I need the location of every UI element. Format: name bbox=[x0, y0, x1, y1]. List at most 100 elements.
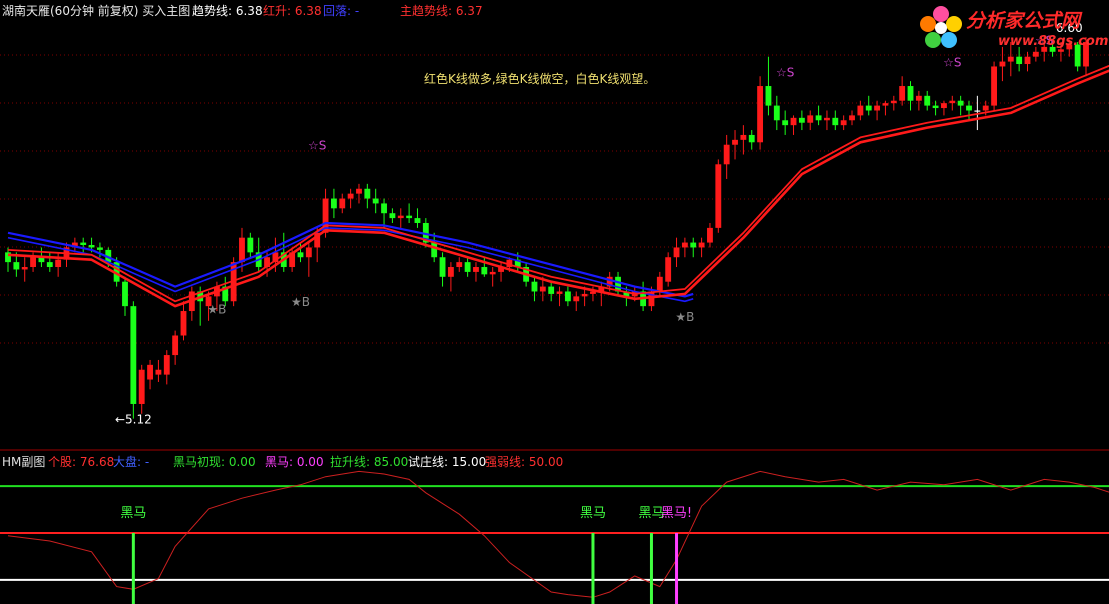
candle-body bbox=[732, 139, 738, 145]
candle-body bbox=[707, 227, 713, 243]
candle-body bbox=[138, 369, 145, 404]
candle-body bbox=[740, 134, 747, 140]
chart-title: 湖南天雁(60分钟 前复权) 买入主图 bbox=[2, 4, 191, 18]
candle-body bbox=[55, 259, 62, 268]
candle-body bbox=[447, 267, 454, 277]
candle-body bbox=[96, 247, 103, 250]
candle-body bbox=[46, 262, 53, 268]
candle-body bbox=[556, 291, 563, 294]
logo-text: 分析家公式网 bbox=[966, 10, 1081, 32]
candle-body bbox=[907, 86, 914, 101]
candle-body bbox=[957, 100, 964, 106]
candle-body bbox=[773, 105, 780, 121]
candle-body bbox=[882, 103, 889, 106]
fall-value: 回落: - bbox=[323, 4, 360, 18]
signal-label: ★B bbox=[291, 295, 310, 309]
candle-body bbox=[13, 262, 20, 270]
candle-body bbox=[790, 117, 797, 126]
candle-body bbox=[999, 61, 1006, 67]
candle-body bbox=[991, 66, 998, 106]
stock-chart-window: { "header": { "title": "湖南天雁(60分钟 前复权) 买… bbox=[0, 0, 1109, 604]
candle-body bbox=[723, 144, 730, 165]
candle-body bbox=[849, 115, 855, 121]
candle-body bbox=[305, 247, 312, 258]
candle-body bbox=[431, 242, 438, 258]
first-appear-value: 黑马初现: 0.00 bbox=[173, 455, 256, 469]
candle-body bbox=[665, 257, 672, 282]
candle-body bbox=[698, 242, 705, 248]
strength-value: 强弱线: 50.00 bbox=[485, 455, 564, 469]
candle-body bbox=[239, 237, 245, 263]
logo-url: www.88gs.com bbox=[998, 34, 1109, 49]
candle-body bbox=[815, 115, 822, 121]
candle-body bbox=[381, 203, 387, 214]
chart-canvas: ☆S☆S☆S☆S★B★B★B←5.126.60黑马 黑马 黑马黑马! bbox=[0, 21, 1109, 604]
candle-body bbox=[397, 215, 404, 219]
candle-body bbox=[807, 115, 814, 123]
dark-horse-value: 黑马: 0.00 bbox=[265, 455, 324, 469]
candle-body bbox=[690, 242, 697, 248]
candle-body bbox=[489, 271, 496, 275]
stock-value: 个股: 76.68 bbox=[48, 455, 115, 469]
main-trend-value: 主趋势线: 6.37 bbox=[400, 4, 483, 18]
candle-body bbox=[163, 355, 170, 375]
candle-body bbox=[966, 105, 972, 111]
candle-body bbox=[347, 193, 354, 199]
candle-body bbox=[581, 293, 588, 297]
candle-body bbox=[130, 306, 137, 404]
candle-body bbox=[832, 117, 839, 126]
candle-body bbox=[364, 188, 371, 199]
candle-body bbox=[982, 105, 989, 111]
dark-horse-label: 黑马 bbox=[120, 506, 146, 521]
candle-body bbox=[548, 286, 555, 294]
candle-body bbox=[681, 242, 688, 248]
signal-label: ☆S bbox=[308, 139, 326, 153]
candle-body bbox=[389, 213, 396, 219]
pull-up-value: 拉升线: 85.00 bbox=[330, 455, 409, 469]
candle-body bbox=[673, 247, 680, 258]
candle-body bbox=[782, 120, 789, 126]
candle-body bbox=[80, 242, 87, 246]
candle-body bbox=[840, 120, 847, 126]
candle-body bbox=[439, 257, 446, 277]
main-trend-line-secondary bbox=[7, 64, 1109, 303]
candle-body bbox=[798, 117, 805, 123]
candle-body bbox=[464, 262, 471, 272]
test-zhuang-value: 试庄线: 15.00 bbox=[408, 455, 487, 469]
candle-body bbox=[372, 198, 379, 204]
candle-body bbox=[30, 257, 36, 268]
candle-body bbox=[155, 369, 162, 375]
flower-icon bbox=[920, 6, 962, 48]
candle-body bbox=[180, 311, 187, 336]
candle-body bbox=[899, 86, 906, 101]
site-logo: 分析家公式网 www.88gs.com bbox=[918, 2, 1108, 58]
candle-body bbox=[247, 237, 254, 253]
candle-body bbox=[147, 364, 153, 380]
candle-body bbox=[406, 215, 413, 219]
candle-body bbox=[339, 198, 346, 209]
candle-body bbox=[122, 281, 128, 307]
signal-label: ★B bbox=[675, 310, 694, 324]
candle-body bbox=[941, 103, 947, 109]
candle-body bbox=[172, 335, 179, 356]
market-value: 大盘: - bbox=[113, 455, 150, 469]
trend-line-value: 趋势线: 6.38 bbox=[192, 4, 263, 18]
candle-body bbox=[915, 95, 922, 101]
candle-body bbox=[924, 95, 931, 106]
candle-body bbox=[21, 267, 28, 270]
candle-body bbox=[356, 188, 362, 194]
candle-body bbox=[330, 198, 337, 209]
candle-body bbox=[757, 86, 764, 143]
candle-body bbox=[564, 291, 571, 302]
dark-horse-label: 黑马 bbox=[580, 506, 606, 521]
candle-body bbox=[573, 296, 580, 302]
signal-label: ★B bbox=[207, 302, 226, 316]
candle-body bbox=[456, 262, 463, 268]
red-up-value: 红升: 6.38 bbox=[263, 4, 322, 18]
signal-label: ☆S bbox=[776, 65, 794, 79]
signal-label: ←5.12 bbox=[115, 413, 152, 427]
candle-body bbox=[473, 267, 479, 272]
candle-body bbox=[949, 100, 956, 104]
candle-body bbox=[715, 164, 722, 228]
candle-body bbox=[414, 218, 421, 223]
